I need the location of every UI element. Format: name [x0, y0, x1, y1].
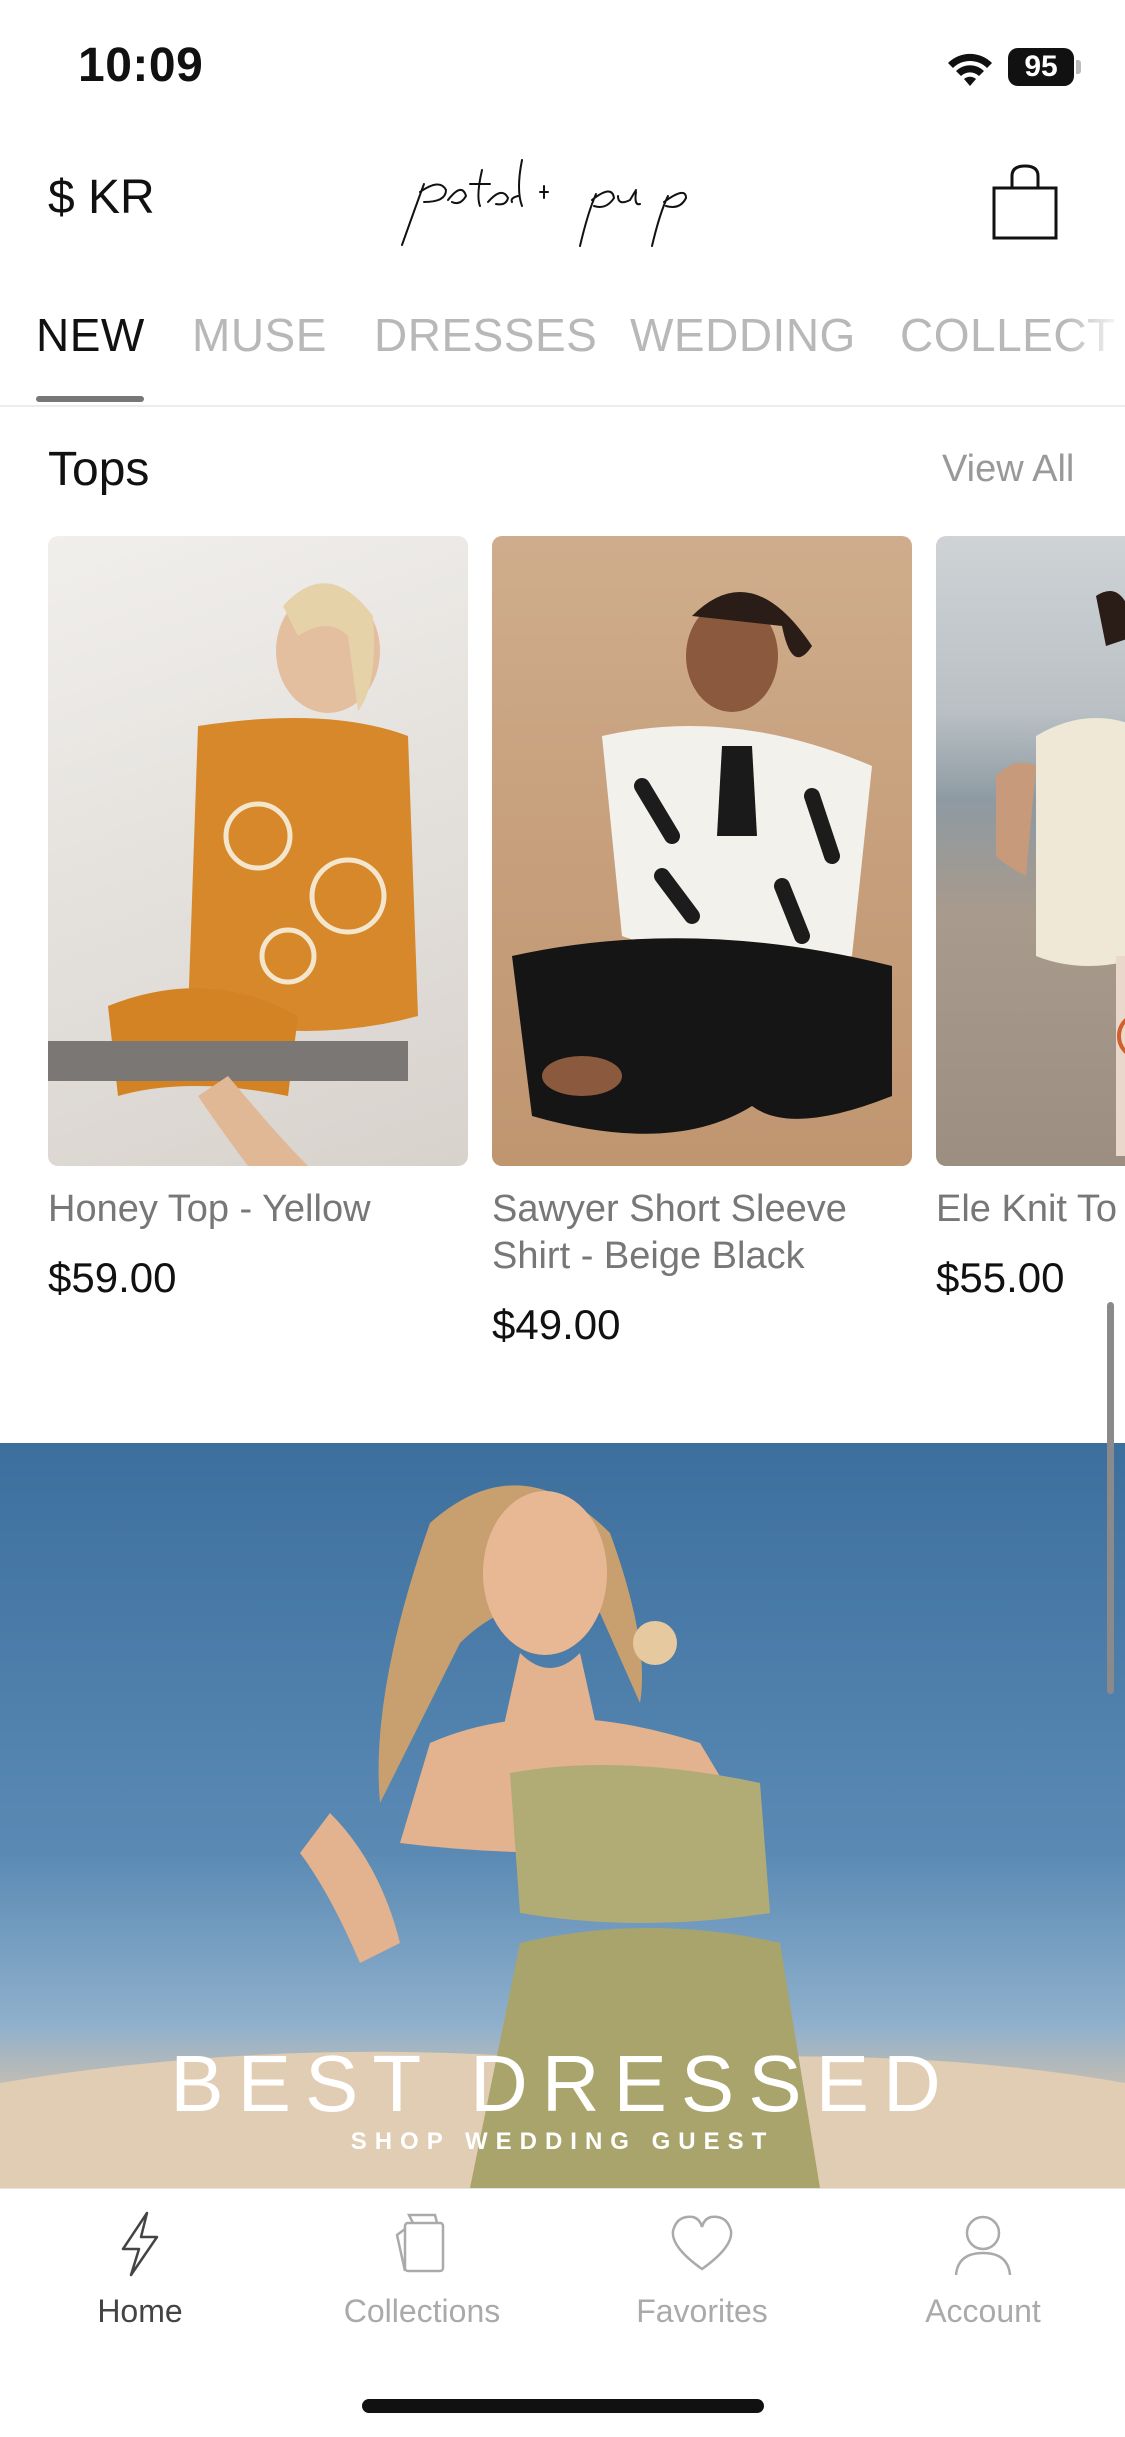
promo-banner[interactable]: BEST DRESSED SHOP WEDDING GUEST — [0, 1443, 1125, 2188]
person-icon — [954, 2215, 1012, 2276]
tab-muse[interactable]: MUSE — [192, 308, 327, 362]
tab-home[interactable]: Home — [15, 2209, 265, 2330]
product-image[interactable] — [936, 536, 1125, 1166]
tab-new[interactable]: NEW — [36, 308, 145, 362]
battery-icon: 95 — [1008, 48, 1074, 86]
banner-subtitle[interactable]: SHOP WEDDING GUEST — [0, 2128, 1125, 2156]
tab-favorites-label: Favorites — [636, 2293, 768, 2329]
category-tabs: NEW MUSE DRESSES WEDDING COLLECT — [0, 290, 1125, 407]
tab-collections-label: Collections — [343, 2293, 501, 2329]
product-price: $49.00 — [492, 1301, 621, 1348]
tab-collections[interactable]: Collections — [297, 2209, 547, 2330]
product-name[interactable]: Honey Top - Yellow — [48, 1186, 468, 1233]
active-tab-indicator — [36, 396, 144, 402]
product-price: $59.00 — [48, 1254, 177, 1301]
tab-home-label: Home — [97, 2293, 183, 2329]
product-carousel[interactable]: Honey Top - Yellow $59.00 Sawyer Short S… — [0, 536, 1125, 1376]
tab-favorites[interactable]: Favorites — [577, 2209, 827, 2330]
shopping-bag-icon[interactable] — [990, 162, 1060, 242]
product-image[interactable] — [492, 536, 912, 1166]
app-header: $ KR — [0, 140, 1125, 260]
product-price: $55.00 — [936, 1254, 1065, 1301]
wifi-icon — [948, 53, 992, 86]
banner-title: BEST DRESSED — [170, 2039, 955, 2128]
battery-cap — [1076, 60, 1081, 74]
tab-wedding[interactable]: WEDDING — [630, 308, 856, 362]
product-image[interactable] — [48, 536, 468, 1166]
tab-account[interactable]: Account — [858, 2209, 1108, 2330]
scrollbar[interactable] — [1107, 1302, 1114, 1694]
home-indicator[interactable] — [362, 2399, 764, 2413]
status-time: 10:09 — [78, 39, 204, 92]
collections-icon — [395, 2213, 445, 2273]
currency-selector[interactable]: $ KR — [48, 170, 155, 225]
lightning-icon — [121, 2211, 159, 2277]
section-title: Tops — [48, 443, 150, 496]
view-all-link[interactable]: View All — [942, 448, 1074, 491]
tab-dresses[interactable]: DRESSES — [374, 308, 597, 362]
status-bar: 10:09 95 — [0, 0, 1125, 135]
tab-account-label: Account — [925, 2293, 1041, 2329]
brand-logo[interactable] — [390, 140, 735, 260]
product-name[interactable]: Sawyer Short Sleeve Shirt - Beige Black — [492, 1186, 912, 1280]
product-name[interactable]: Ele Knit To — [936, 1186, 1125, 1233]
tabs-fade — [1065, 290, 1125, 405]
heart-icon — [671, 2215, 733, 2271]
